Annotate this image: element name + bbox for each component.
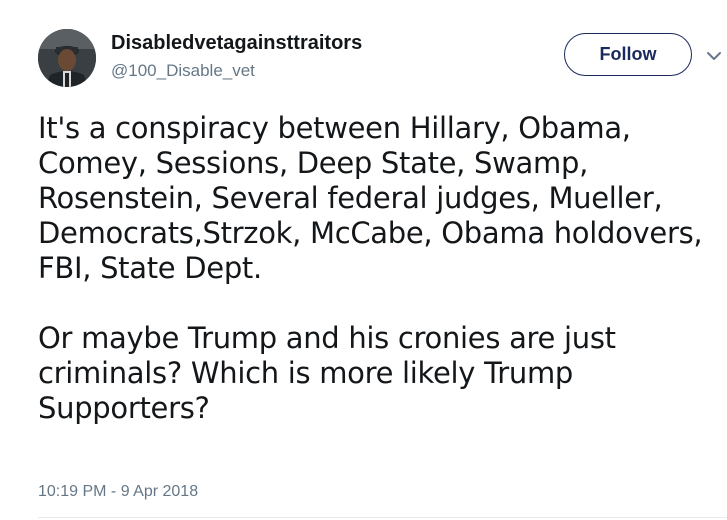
avatar-image bbox=[38, 29, 96, 87]
tweet-text: It's a conspiracy between Hillary, Obama… bbox=[38, 111, 718, 426]
tweet-timestamp[interactable]: 10:19 PM - 9 Apr 2018 bbox=[38, 483, 198, 501]
tweet-paragraph: Or maybe Trump and his cronies are just … bbox=[38, 321, 616, 425]
follow-button[interactable]: Follow bbox=[564, 33, 692, 76]
author-name[interactable]: Disabledvetagainsttraitors bbox=[111, 32, 362, 55]
tweet-card: Disabledvetagainsttraitors @100_Disable_… bbox=[0, 0, 727, 520]
chevron-down-icon[interactable] bbox=[706, 50, 722, 62]
avatar[interactable] bbox=[38, 29, 96, 87]
author-handle[interactable]: @100_Disable_vet bbox=[111, 61, 255, 81]
divider bbox=[38, 517, 727, 518]
tweet-paragraph: It's a conspiracy between Hillary, Obama… bbox=[38, 111, 703, 285]
